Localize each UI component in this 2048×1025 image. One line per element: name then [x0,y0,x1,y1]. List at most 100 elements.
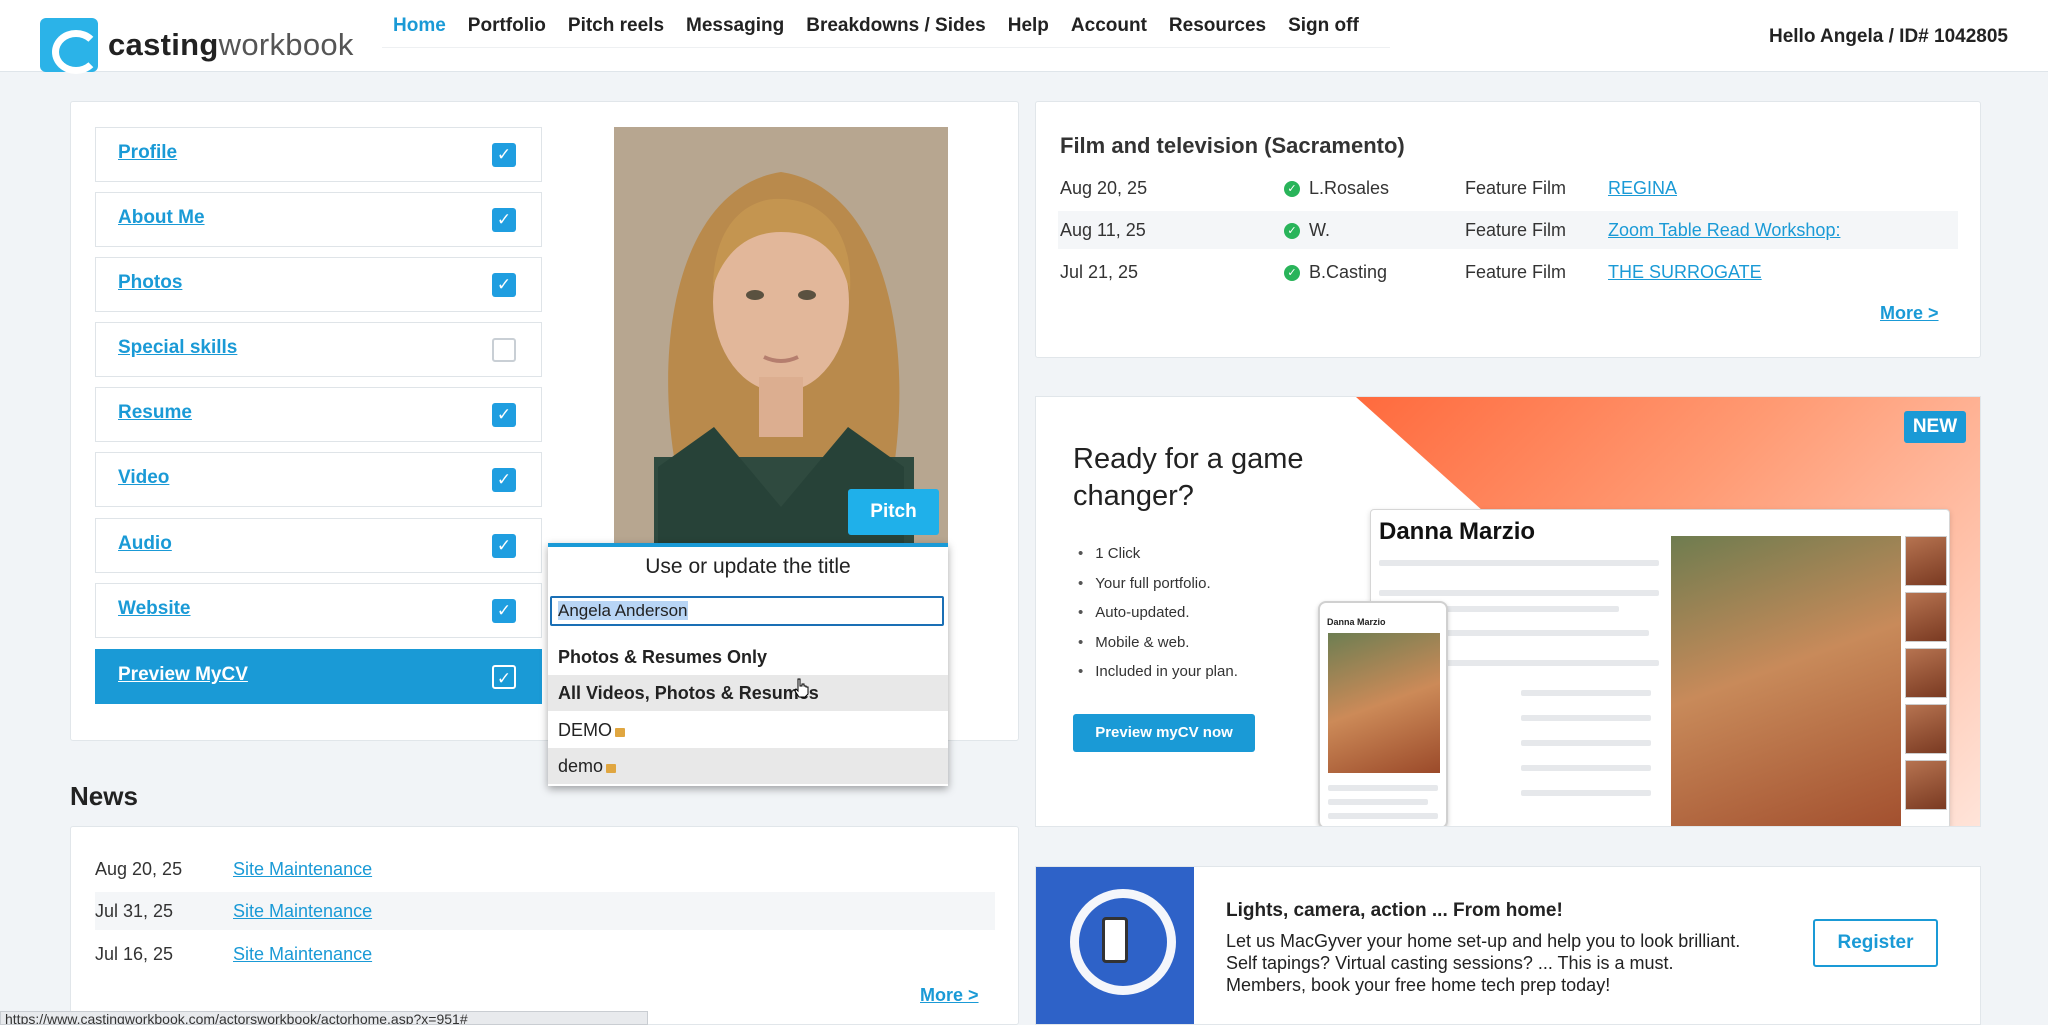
checklist-item-audio[interactable]: Audio ✓ [95,518,542,573]
promo-bullet: Your full portfolio. [1078,575,1238,605]
mockup-line [1379,590,1659,596]
home-tech-title: Lights, camera, action ... From home! [1226,900,1563,921]
phone-icon [1102,917,1128,963]
mockup-mobile-name: Danna Marzio [1327,617,1386,627]
news-row: Jul 16, 25 Site Maintenance [95,935,995,973]
option-demo-lowercase[interactable]: demo [548,748,948,784]
checkbox-checked[interactable]: ✓ [492,599,516,623]
checklist-item-profile[interactable]: Profile ✓ [95,127,542,182]
mockup-mobile-photo [1328,633,1440,773]
news-heading: News [70,781,138,811]
nav-sign-off[interactable]: Sign off [1288,15,1359,37]
pitch-title-input[interactable]: Angela Anderson [550,596,944,626]
audition-type: Feature Film [1465,262,1567,282]
news-date: Aug 20, 25 [95,859,183,879]
checkbox-checked[interactable]: ✓ [492,403,516,427]
register-button[interactable]: Register [1813,919,1938,967]
logo-text-light: workbook [218,27,354,62]
ring-light-image [1036,867,1194,1024]
preview-mycv-button[interactable]: Preview myCV now [1073,714,1255,752]
audition-project-link[interactable]: Zoom Table Read Workshop: [1608,211,1840,249]
checkbox-checked[interactable]: ✓ [492,143,516,167]
main-nav: Home Portfolio Pitch reels Messaging Bre… [382,4,1390,48]
audition-casting: W. [1309,220,1330,240]
checklist-label[interactable]: Resume [118,402,192,424]
checklist-label[interactable]: About Me [118,207,205,229]
mockup-line [1328,785,1438,791]
checkbox-unchecked[interactable] [492,338,516,362]
nav-portfolio[interactable]: Portfolio [468,15,546,37]
mockup-thumbnail [1905,704,1947,754]
mycv-promo-banner: NEW Ready for a game changer? 1 Click Yo… [1035,396,1981,827]
audition-date: Aug 11, 25 [1060,220,1146,240]
checkbox-checked[interactable]: ✓ [492,273,516,297]
checklist-item-preview-mycv[interactable]: Preview MyCV ✓ [95,649,542,704]
audition-project-link[interactable]: THE SURROGATE [1608,253,1762,291]
news-link[interactable]: Site Maintenance [233,892,372,930]
audition-type: Feature Film [1465,178,1567,198]
logo-icon [40,18,100,74]
checklist-item-special-skills[interactable]: Special skills [95,322,542,377]
check-circle-icon: ✓ [1284,223,1300,239]
mockup-photo [1671,536,1901,826]
checklist-label[interactable]: Special skills [118,337,237,359]
hand-cursor-icon [794,678,809,698]
mockup-line [1521,715,1651,721]
news-date: Jul 31, 25 [95,901,174,921]
checklist-label[interactable]: Profile [118,142,177,164]
checkbox-checked[interactable]: ✓ [492,208,516,232]
home-tech-banner: Lights, camera, action ... From home! Le… [1035,866,1981,1025]
news-link[interactable]: Site Maintenance [233,935,372,973]
checklist-label[interactable]: Audio [118,533,172,555]
nav-home[interactable]: Home [393,15,446,37]
mockup-thumbnail [1905,648,1947,698]
checklist-item-about-me[interactable]: About Me ✓ [95,192,542,247]
logo-text-bold: casting [108,27,219,62]
promo-headline: Ready for a game changer? [1073,443,1304,512]
checkbox-checked[interactable]: ✓ [492,468,516,492]
news-link[interactable]: Site Maintenance [233,850,372,888]
pitch-button[interactable]: Pitch [848,489,939,535]
option-demo[interactable]: DEMO [548,712,948,748]
promo-bullet: Auto-updated. [1078,604,1238,634]
news-more-link[interactable]: More > [920,985,979,1006]
dropdown-title: Use or update the title [645,555,851,578]
nav-messaging[interactable]: Messaging [686,15,784,37]
auditions-more-link[interactable]: More > [1880,303,1939,324]
lock-icon [615,728,625,737]
checklist-item-video[interactable]: Video ✓ [95,452,542,507]
audition-type: Feature Film [1465,220,1567,240]
checklist-item-resume[interactable]: Resume ✓ [95,387,542,442]
nav-pitch-reels[interactable]: Pitch reels [568,15,664,37]
nav-help[interactable]: Help [1008,15,1049,37]
mockup-line [1328,813,1438,819]
checklist-item-photos[interactable]: Photos ✓ [95,257,542,312]
mockup-line [1521,765,1651,771]
audition-project-link[interactable]: REGINA [1608,169,1677,207]
checklist-label[interactable]: Preview MyCV [118,664,248,686]
audition-date: Aug 20, 25 [1060,178,1148,198]
auditions-title: Film and television (Sacramento) [1060,133,1405,158]
nav-resources[interactable]: Resources [1169,15,1266,37]
audition-row: Jul 21, 25 ✓ B.Casting Feature Film THE … [1058,253,1958,291]
checklist-label[interactable]: Video [118,467,169,489]
nav-breakdowns-sides[interactable]: Breakdowns / Sides [806,15,986,37]
checkbox-checked[interactable]: ✓ [492,534,516,558]
headshot-photo [614,127,948,545]
audition-date: Jul 21, 25 [1060,262,1139,282]
home-tech-text: Let us MacGyver your home set-up and hel… [1226,931,1741,995]
option-all-videos-photos-resumes[interactable]: All Videos, Photos & Resumes [548,675,948,711]
audition-casting: B.Casting [1309,262,1388,282]
option-photos-resumes-only[interactable]: Photos & Resumes Only [548,639,948,675]
checklist-label[interactable]: Website [118,598,191,620]
mycv-mobile-mockup: Danna Marzio [1318,601,1448,826]
promo-bullet: 1 Click [1078,545,1238,575]
check-circle-icon: ✓ [1284,181,1300,197]
checklist-item-website[interactable]: Website ✓ [95,583,542,638]
castingworkbook-logo[interactable]: castingworkbook [40,18,354,74]
checkbox-checked[interactable]: ✓ [492,665,516,689]
nav-account[interactable]: Account [1071,15,1147,37]
promo-bullets: 1 Click Your full portfolio. Auto-update… [1078,545,1238,693]
mycv-desktop-mockup: Danna Marzio [1370,509,1950,826]
checklist-label[interactable]: Photos [118,272,182,294]
